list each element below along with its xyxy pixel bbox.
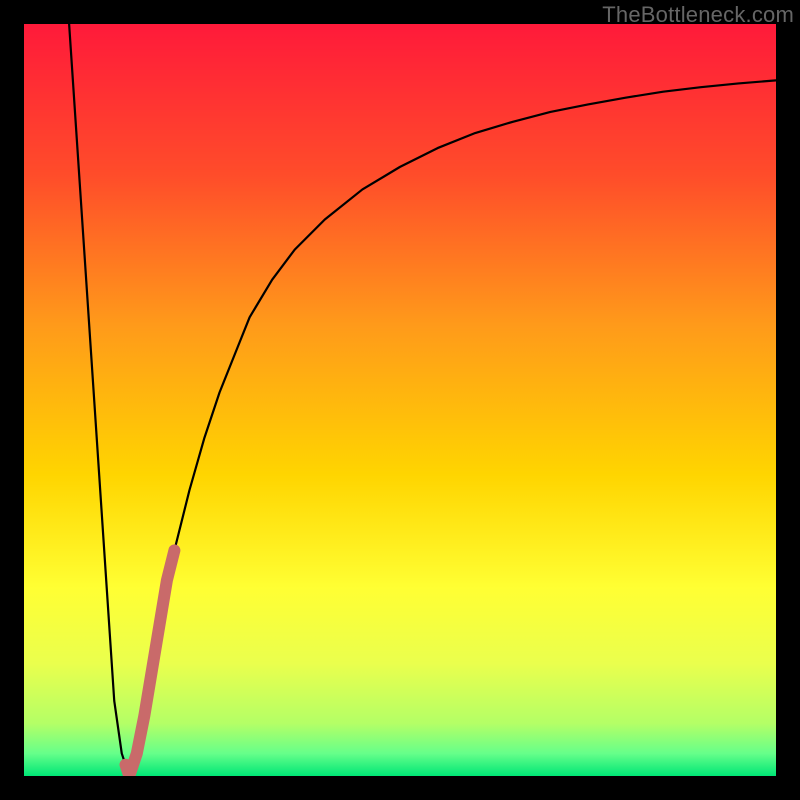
series-curve-main: [69, 24, 776, 776]
chart-svg: [24, 24, 776, 776]
watermark-text: TheBottleneck.com: [602, 2, 794, 28]
plot-area: [24, 24, 776, 776]
chart-frame: TheBottleneck.com: [0, 0, 800, 800]
series-curve-highlight: [126, 550, 175, 776]
